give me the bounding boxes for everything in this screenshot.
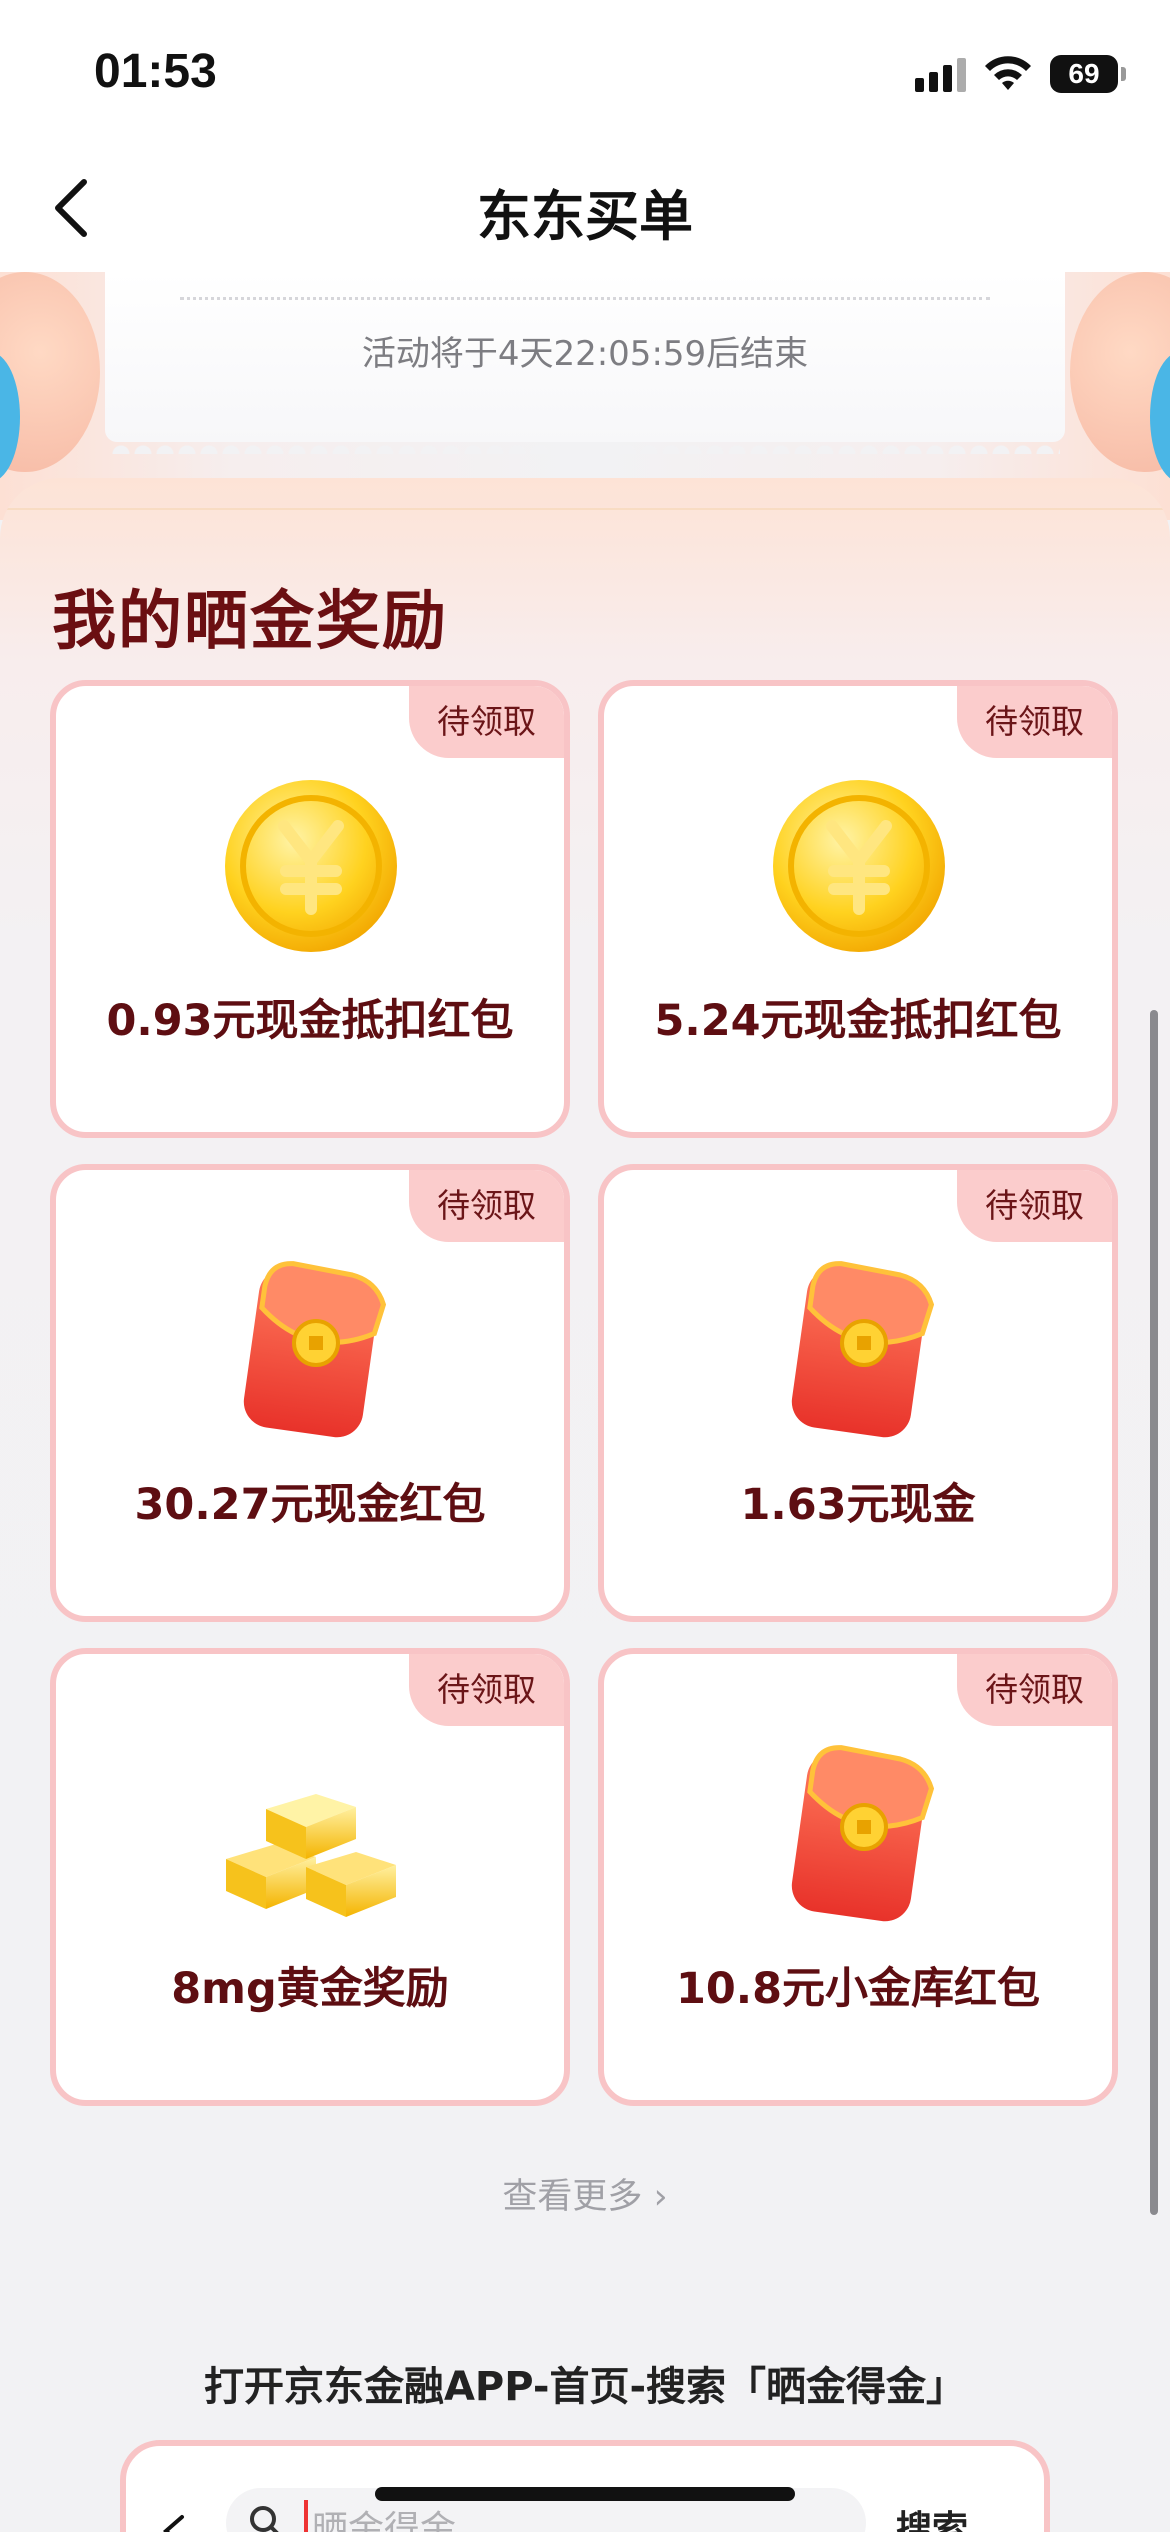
status-badge: 待领取 — [409, 1170, 564, 1242]
view-more-link[interactable]: 查看更多 › — [0, 2168, 1170, 2219]
status-icons: 69 — [915, 52, 1126, 96]
scrollbar[interactable] — [1150, 1010, 1158, 2215]
reward-label: 10.8元小金库红包 — [675, 1964, 1041, 2014]
red-envelope-icon — [791, 1261, 935, 1438]
ticket-scalloped-edge — [110, 432, 1060, 454]
countdown-text: 活动将于4天22:05:59后结束 — [361, 334, 809, 374]
reward-card[interactable]: 待领取 5.24元现金抵扣红包 — [598, 680, 1118, 1138]
home-indicator[interactable] — [375, 2487, 795, 2501]
status-badge: 待领取 — [409, 686, 564, 758]
wifi-icon — [985, 56, 1031, 90]
reward-card[interactable]: 待领取 10.8元小金库红包 — [598, 1648, 1118, 2106]
chevron-right-icon: › — [642, 2177, 668, 2217]
reward-label: 5.24元现金抵扣红包 — [654, 996, 1062, 1046]
status-badge: 待领取 — [957, 1170, 1112, 1242]
status-time: 01:53 — [94, 45, 217, 98]
gold-coin-icon — [225, 780, 397, 952]
reward-label: 8mg黄金奖励 — [171, 1964, 449, 2014]
back-icon — [162, 2515, 184, 2532]
rewards-title: 我的晒金奖励 — [52, 585, 448, 659]
status-badge: 待领取 — [957, 686, 1112, 758]
status-badge: 待领取 — [409, 1654, 564, 1726]
signal-icon — [915, 56, 966, 92]
instruction-text: 打开京东金融APP-首页-搜索「晒金得金」 — [203, 2364, 967, 2410]
search-icon — [250, 2506, 279, 2532]
red-envelope-icon — [243, 1261, 387, 1438]
rewards-panel: 我的晒金奖励 待领取 0.93元现金抵扣红包 待领取 5.24元现金抵扣红包 待… — [0, 478, 1170, 2328]
gold-bars-icon — [226, 1794, 396, 1917]
gold-coin-icon — [773, 780, 945, 952]
status-badge: 待领取 — [957, 1654, 1112, 1726]
countdown-ticket: 活动将于4天22:05:59后结束 — [105, 272, 1065, 442]
reward-card[interactable]: 待领取 0.93元现金抵扣红包 — [50, 680, 570, 1138]
red-envelope-icon — [791, 1745, 935, 1922]
status-bar: 01:53 69 — [0, 0, 1170, 150]
reward-label: 0.93元现金抵扣红包 — [106, 996, 514, 1046]
page-title: 东东买单 — [477, 185, 693, 248]
search-button: 搜索 — [896, 2509, 969, 2532]
search-preview: 晒金得金 搜索 — [120, 2440, 1050, 2532]
search-placeholder: 晒金得金 — [304, 2500, 456, 2532]
reward-label: 1.63元现金 — [740, 1480, 976, 1530]
reward-label: 30.27元现金红包 — [134, 1480, 486, 1530]
ticket-divider — [180, 297, 990, 300]
view-more-label: 查看更多 — [502, 2177, 643, 2217]
reward-card[interactable]: 待领取 30.27元现金红包 — [50, 1164, 570, 1622]
reward-card[interactable]: 待领取 1.63元现金 — [598, 1164, 1118, 1622]
battery-icon: 69 — [1050, 55, 1126, 93]
reward-card[interactable]: 待领取 8mg黄金奖励 — [50, 1648, 570, 2106]
nav-bar: 东东买单 — [0, 150, 1170, 272]
